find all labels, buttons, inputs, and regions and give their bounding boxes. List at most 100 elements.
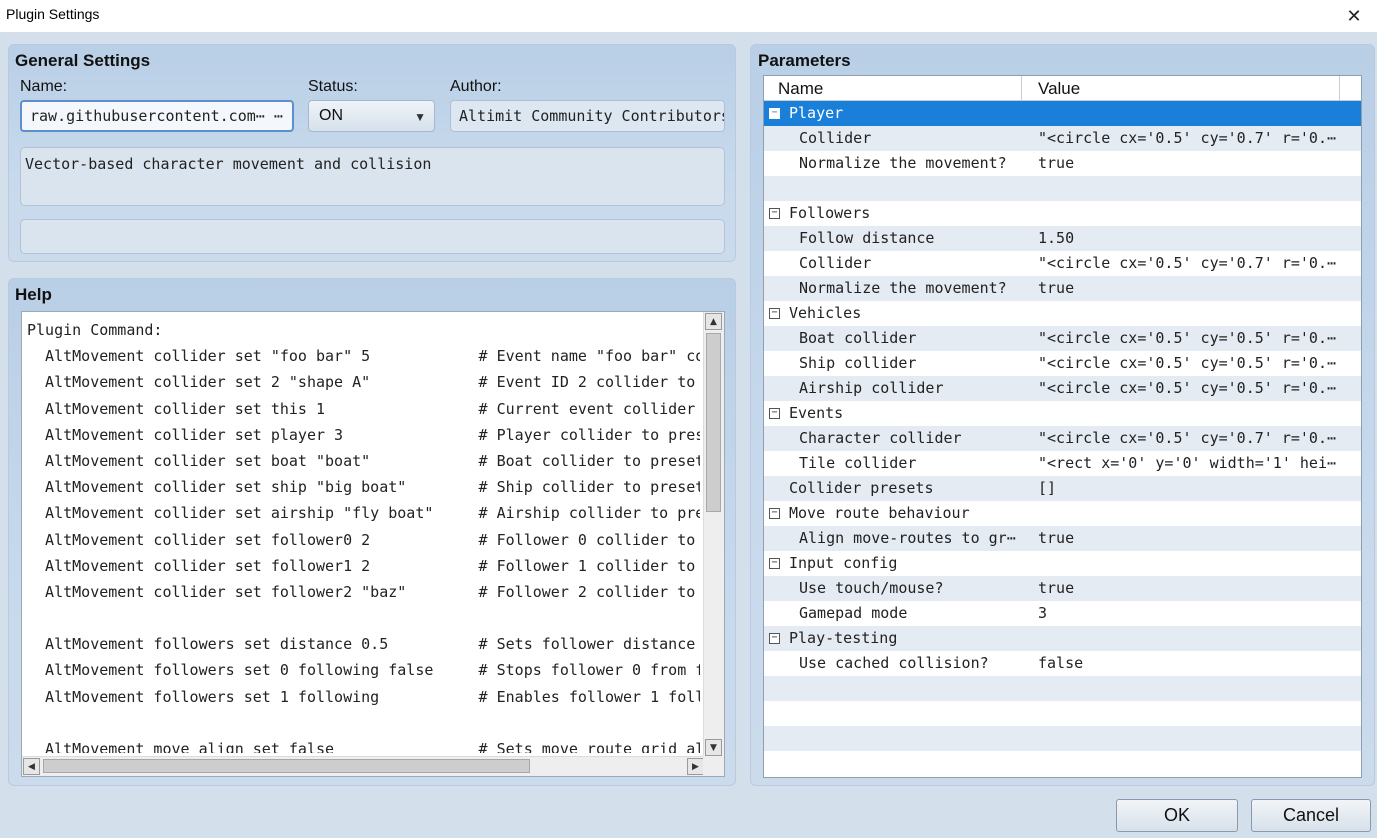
param-name: Align move-routes to gr⋯ <box>799 529 1016 547</box>
param-row[interactable]: Airship collider "<circle cx='0.5' cy='0.… <box>764 376 1361 401</box>
scroll-right-icon: ▶ <box>692 761 699 772</box>
param-value[interactable]: "<circle cx='0.5' cy='0.5' r='0.⋯ <box>1038 376 1338 401</box>
param-value[interactable]: false <box>1038 651 1338 676</box>
param-row[interactable]: Use cached collision? false <box>764 651 1361 676</box>
param-row[interactable]: Collider presets [] <box>764 476 1361 501</box>
param-value[interactable]: true <box>1038 526 1338 551</box>
status-select[interactable]: ON ▼ <box>308 100 435 132</box>
param-name: Airship collider <box>799 379 944 397</box>
param-group-row[interactable]: − Move route behaviour <box>764 501 1361 526</box>
status-label: Status: <box>308 78 358 95</box>
param-row[interactable]: Gamepad mode 3 <box>764 601 1361 626</box>
column-header-value[interactable]: Value <box>1022 76 1340 101</box>
param-name: Ship collider <box>799 354 917 372</box>
help-line: AltMovement followers set distance 0.5 #… <box>27 635 700 654</box>
param-row[interactable]: Ship collider "<circle cx='0.5' cy='0.5' … <box>764 351 1361 376</box>
scroll-right-button[interactable]: ▶ <box>687 758 704 775</box>
scroll-up-button[interactable]: ▲ <box>705 313 722 330</box>
name-field[interactable]: raw.githubusercontent.com⋯ ⋯ <box>20 100 294 132</box>
close-icon: ✕ <box>1346 5 1362 27</box>
scroll-up-icon: ▲ <box>710 316 717 327</box>
extra-field[interactable] <box>20 219 725 254</box>
description-field[interactable]: Vector-based character movement and coll… <box>20 147 725 206</box>
help-line: AltMovement collider set boat "boat" # B… <box>27 451 700 470</box>
empty-grid-row <box>764 726 1361 751</box>
collapse-icon[interactable]: − <box>769 633 780 644</box>
collapse-icon[interactable]: − <box>769 558 780 569</box>
param-row[interactable]: Normalize the movement? true <box>764 151 1361 176</box>
param-value[interactable]: [] <box>1038 476 1338 501</box>
param-row[interactable]: Boat collider "<circle cx='0.5' cy='0.5' … <box>764 326 1361 351</box>
horizontal-scrollbar[interactable]: ◀ ▶ <box>22 756 705 776</box>
status-value: ON <box>319 107 343 124</box>
param-row[interactable]: Character collider "<circle cx='0.5' cy='… <box>764 426 1361 451</box>
scroll-left-button[interactable]: ◀ <box>23 758 40 775</box>
help-text: Plugin Command: AltMovement collider set… <box>27 317 700 753</box>
param-value[interactable]: true <box>1038 151 1338 176</box>
param-value[interactable]: "<rect x='0' y='0' width='1' hei⋯ <box>1038 451 1338 476</box>
column-header-name[interactable]: Name <box>764 76 1022 101</box>
param-name: Character collider <box>799 429 962 447</box>
collapse-icon[interactable]: − <box>769 108 780 119</box>
scroll-down-icon: ▼ <box>710 742 717 753</box>
help-line: AltMovement collider set follower0 2 # F… <box>27 530 700 549</box>
collapse-icon[interactable]: − <box>769 408 780 419</box>
author-field[interactable]: Altimit Community Contributors <box>450 100 725 132</box>
param-row[interactable]: Collider "<circle cx='0.5' cy='0.7' r='0.… <box>764 126 1361 151</box>
param-value[interactable]: 3 <box>1038 601 1338 626</box>
param-name: Collider presets <box>789 479 934 497</box>
scroll-down-button[interactable]: ▼ <box>705 739 722 756</box>
param-row[interactable]: Use touch/mouse? true <box>764 576 1361 601</box>
param-name: Vehicles <box>789 304 862 322</box>
help-line <box>27 710 700 736</box>
scrollbar-corner <box>703 756 724 776</box>
param-row[interactable]: Collider "<circle cx='0.5' cy='0.7' r='0.… <box>764 251 1361 276</box>
param-name: Collider <box>799 254 872 272</box>
vertical-scrollbar[interactable]: ▲ ▼ <box>703 312 724 757</box>
collapse-icon[interactable]: − <box>769 208 780 219</box>
param-group-row[interactable]: − Player <box>764 101 1361 126</box>
param-row[interactable]: Normalize the movement? true <box>764 276 1361 301</box>
param-name: Normalize the movement? <box>799 154 1007 172</box>
param-name: Input config <box>789 554 898 572</box>
param-value[interactable]: "<circle cx='0.5' cy='0.7' r='0.⋯ <box>1038 426 1338 451</box>
help-text-area[interactable]: Plugin Command: AltMovement collider set… <box>21 311 725 777</box>
param-group-row[interactable]: − Followers <box>764 201 1361 226</box>
param-group-row[interactable]: − Input config <box>764 551 1361 576</box>
param-row[interactable]: Align move-routes to gr⋯ true <box>764 526 1361 551</box>
help-line: AltMovement collider set airship "fly bo… <box>27 504 700 523</box>
help-line: AltMovement collider set ship "big boat"… <box>27 478 700 497</box>
param-group-row[interactable]: − Events <box>764 401 1361 426</box>
ok-button[interactable]: OK <box>1116 799 1238 832</box>
parameters-grid[interactable]: Name Value − Player Collider "<circle cx='0… <box>763 75 1362 778</box>
help-line: Plugin Command: <box>27 321 163 339</box>
param-row[interactable]: Follow distance 1.50 <box>764 226 1361 251</box>
param-row[interactable]: Tile collider "<rect x='0' y='0' width='1… <box>764 451 1361 476</box>
collapse-icon[interactable]: − <box>769 308 780 319</box>
param-value[interactable]: "<circle cx='0.5' cy='0.7' r='0.⋯ <box>1038 251 1338 276</box>
param-value[interactable]: "<circle cx='0.5' cy='0.5' r='0.⋯ <box>1038 326 1338 351</box>
empty-grid-row <box>764 701 1361 726</box>
horizontal-scroll-thumb[interactable] <box>43 759 530 773</box>
dropdown-arrow-icon: ▼ <box>414 110 426 124</box>
vertical-scroll-thumb[interactable] <box>706 333 721 512</box>
help-line: AltMovement collider set player 3 # Play… <box>27 425 700 444</box>
param-value[interactable]: 1.50 <box>1038 226 1338 251</box>
param-group-row[interactable]: − Vehicles <box>764 301 1361 326</box>
param-value[interactable]: true <box>1038 576 1338 601</box>
grid-rows: − Player Collider "<circle cx='0.5' cy='0.7… <box>764 101 1361 676</box>
cancel-button[interactable]: Cancel <box>1251 799 1371 832</box>
param-value[interactable]: "<circle cx='0.5' cy='0.5' r='0.⋯ <box>1038 351 1338 376</box>
param-blank-row <box>764 176 1361 201</box>
param-name: Play-testing <box>789 629 898 647</box>
param-group-row[interactable]: − Play-testing <box>764 626 1361 651</box>
collapse-icon[interactable]: − <box>769 508 780 519</box>
close-button[interactable]: ✕ <box>1331 0 1377 32</box>
param-value[interactable]: true <box>1038 276 1338 301</box>
param-name: Followers <box>789 204 871 222</box>
grid-header: Name Value <box>764 76 1361 101</box>
param-value[interactable]: "<circle cx='0.5' cy='0.7' r='0.⋯ <box>1038 126 1338 151</box>
help-line: AltMovement followers set 0 following fa… <box>45 661 700 680</box>
window-title: Plugin Settings <box>6 6 100 22</box>
parameters-title: Parameters <box>758 51 851 70</box>
